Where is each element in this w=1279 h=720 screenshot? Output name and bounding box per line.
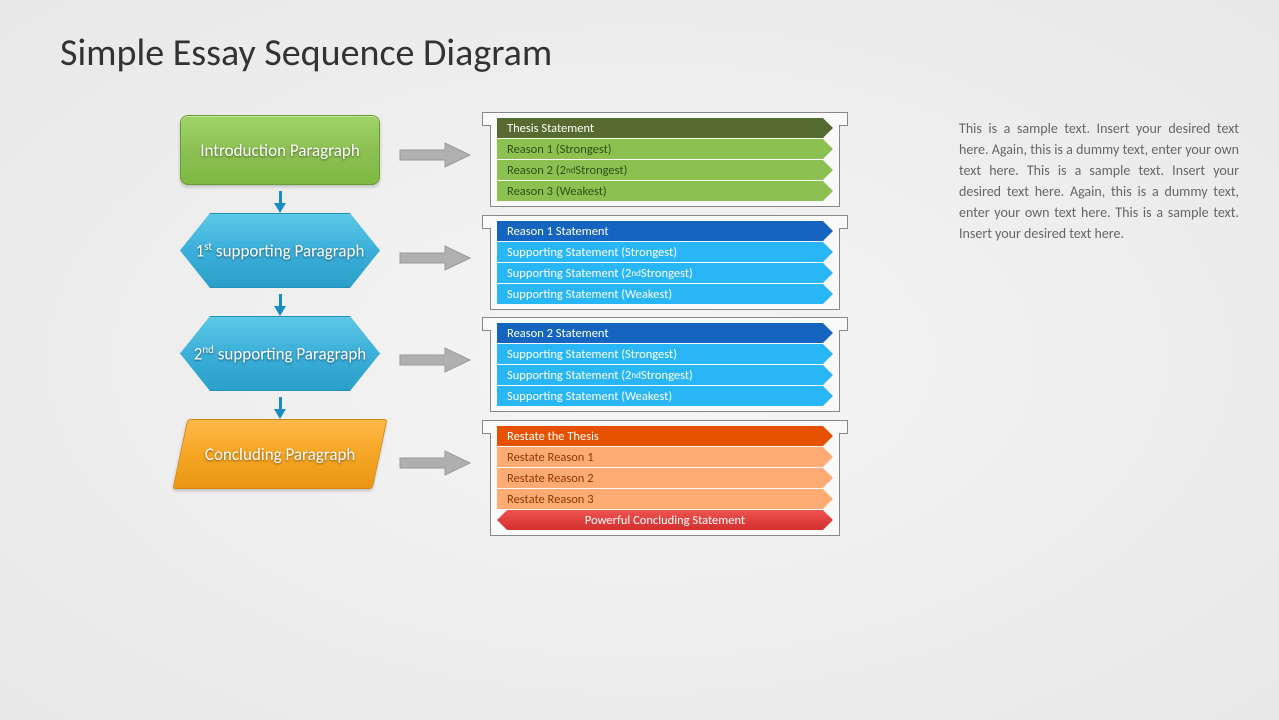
- right-arrow-icon: [395, 243, 475, 273]
- restate-header: Restate the Thesis: [497, 426, 833, 446]
- right-arrow-icon: [395, 448, 475, 478]
- reason-row: Reason 2 (2nd Strongest): [497, 160, 833, 180]
- restate-row: Restate Reason 1: [497, 447, 833, 467]
- page-title: Simple Essay Sequence Diagram: [60, 30, 552, 76]
- restate-row: Restate Reason 3: [497, 489, 833, 509]
- thesis-header: Thesis Statement: [497, 118, 833, 138]
- reason2-detail: Reason 2 Statement Supporting Statement …: [490, 317, 840, 412]
- thesis-detail: Thesis Statement Reason 1 (Strongest) Re…: [490, 112, 840, 207]
- right-arrow-icon: [395, 345, 475, 375]
- down-arrow: [180, 391, 380, 419]
- reason1-detail: Reason 1 Statement Supporting Statement …: [490, 215, 840, 310]
- intro-box: Introduction Paragraph: [180, 115, 380, 185]
- sidebar-text: This is a sample text. Insert your desir…: [959, 118, 1239, 244]
- reason2-header: Reason 2 Statement: [497, 323, 833, 343]
- concluding-statement: Powerful Concluding Statement: [497, 510, 833, 530]
- down-arrow: [180, 288, 380, 316]
- down-arrow: [180, 185, 380, 213]
- supporting-2-box: 2nd supporting Paragraph: [180, 316, 380, 391]
- support-row: Supporting Statement (Weakest): [497, 284, 833, 304]
- restate-row: Restate Reason 2: [497, 468, 833, 488]
- supporting-1-box: 1st supporting Paragraph: [180, 213, 380, 288]
- support-row: Supporting Statement (2nd Strongest): [497, 365, 833, 385]
- support-row: Supporting Statement (Weakest): [497, 386, 833, 406]
- reason-row: Reason 3 (Weakest): [497, 181, 833, 201]
- reason-row: Reason 1 (Strongest): [497, 139, 833, 159]
- flowchart: Introduction Paragraph 1st supporting Pa…: [180, 115, 380, 489]
- reason1-header: Reason 1 Statement: [497, 221, 833, 241]
- conclusion-detail: Restate the Thesis Restate Reason 1 Rest…: [490, 420, 840, 536]
- concluding-box: Concluding Paragraph: [173, 419, 388, 489]
- right-arrow-icon: [395, 140, 475, 170]
- support-row: Supporting Statement (Strongest): [497, 242, 833, 262]
- support-row: Supporting Statement (Strongest): [497, 344, 833, 364]
- support-row: Supporting Statement (2nd Strongest): [497, 263, 833, 283]
